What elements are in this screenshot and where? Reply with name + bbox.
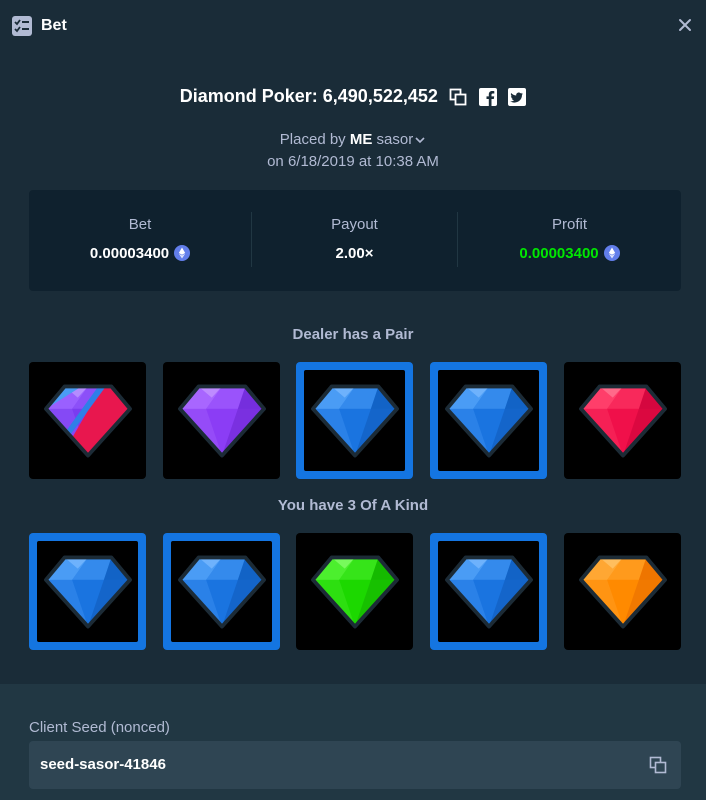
card-face bbox=[438, 541, 539, 642]
user-badge[interactable]: ME bbox=[350, 131, 373, 148]
card-face bbox=[171, 541, 272, 642]
player-card bbox=[564, 533, 681, 650]
profit-stat: Profit 0.00003400 bbox=[458, 190, 681, 291]
player-card bbox=[29, 533, 146, 650]
dealer-card bbox=[163, 362, 280, 479]
split-gem-icon bbox=[43, 384, 132, 457]
bet-label: Bet bbox=[128, 216, 152, 233]
payout-label: Payout bbox=[331, 216, 378, 233]
chevron-down-icon[interactable] bbox=[414, 134, 426, 146]
dealer-card bbox=[296, 362, 413, 479]
red-gem-icon bbox=[578, 384, 667, 457]
client-seed-label: Client Seed (nonced) bbox=[29, 719, 170, 736]
copy-icon[interactable] bbox=[449, 88, 467, 106]
blue-gem-icon bbox=[43, 555, 132, 628]
blue-gem-icon bbox=[444, 384, 533, 457]
player-card bbox=[430, 533, 547, 650]
dealer-hand-title: Dealer has a Pair bbox=[292, 326, 414, 343]
copy-icon[interactable] bbox=[649, 756, 667, 774]
facebook-icon[interactable] bbox=[478, 87, 497, 106]
profit-label: Profit bbox=[551, 216, 587, 233]
profit-amount: 0.00003400 bbox=[519, 245, 599, 262]
modal-header: Bet bbox=[0, 0, 706, 50]
placed-by-prefix: Placed by bbox=[279, 131, 346, 148]
card-face bbox=[37, 541, 138, 642]
game-title-row: Diamond Poker: 6,490,522,452 bbox=[0, 86, 706, 112]
card-face bbox=[304, 370, 405, 471]
green-gem-icon bbox=[310, 555, 399, 628]
orange-gem-icon bbox=[578, 555, 667, 628]
purple-gem-icon bbox=[177, 384, 266, 457]
card-face bbox=[438, 370, 539, 471]
username[interactable]: sasor bbox=[377, 131, 414, 148]
twitter-icon[interactable] bbox=[508, 87, 527, 106]
blue-gem-icon bbox=[310, 384, 399, 457]
blue-gem-icon bbox=[444, 555, 533, 628]
bet-slip-icon bbox=[12, 16, 32, 36]
bet-date: on 6/18/2019 at 10:38 AM bbox=[267, 153, 439, 170]
player-hand-title: You have 3 Of A Kind bbox=[277, 497, 429, 514]
dealer-card bbox=[29, 362, 146, 479]
bet-value-row: 0.00003400 bbox=[29, 245, 251, 262]
client-seed-value[interactable]: seed-sasor-41846 bbox=[40, 756, 166, 773]
game-title: Diamond Poker: 6,490,522,452 bbox=[179, 86, 438, 106]
profit-value-row: 0.00003400 bbox=[458, 245, 681, 262]
close-icon[interactable] bbox=[674, 14, 696, 36]
player-card bbox=[163, 533, 280, 650]
bet-stats-panel: Bet 0.00003400 Payout 2.00× Profit 0.000… bbox=[29, 190, 681, 291]
payout-stat: Payout 2.00× bbox=[252, 190, 457, 291]
player-card bbox=[296, 533, 413, 650]
blue-gem-icon bbox=[177, 555, 266, 628]
placed-by: Placed by ME sasor bbox=[0, 131, 706, 148]
payout-value: 2.00× bbox=[335, 245, 374, 262]
modal-title: Bet bbox=[41, 17, 67, 34]
dealer-card bbox=[564, 362, 681, 479]
bet-amount: 0.00003400 bbox=[89, 245, 170, 262]
dealer-card bbox=[430, 362, 547, 479]
client-seed-field[interactable]: seed-sasor-41846 bbox=[29, 741, 681, 789]
eth-icon bbox=[174, 245, 191, 261]
eth-icon bbox=[603, 245, 620, 261]
bet-stat: Bet 0.00003400 bbox=[29, 190, 251, 291]
